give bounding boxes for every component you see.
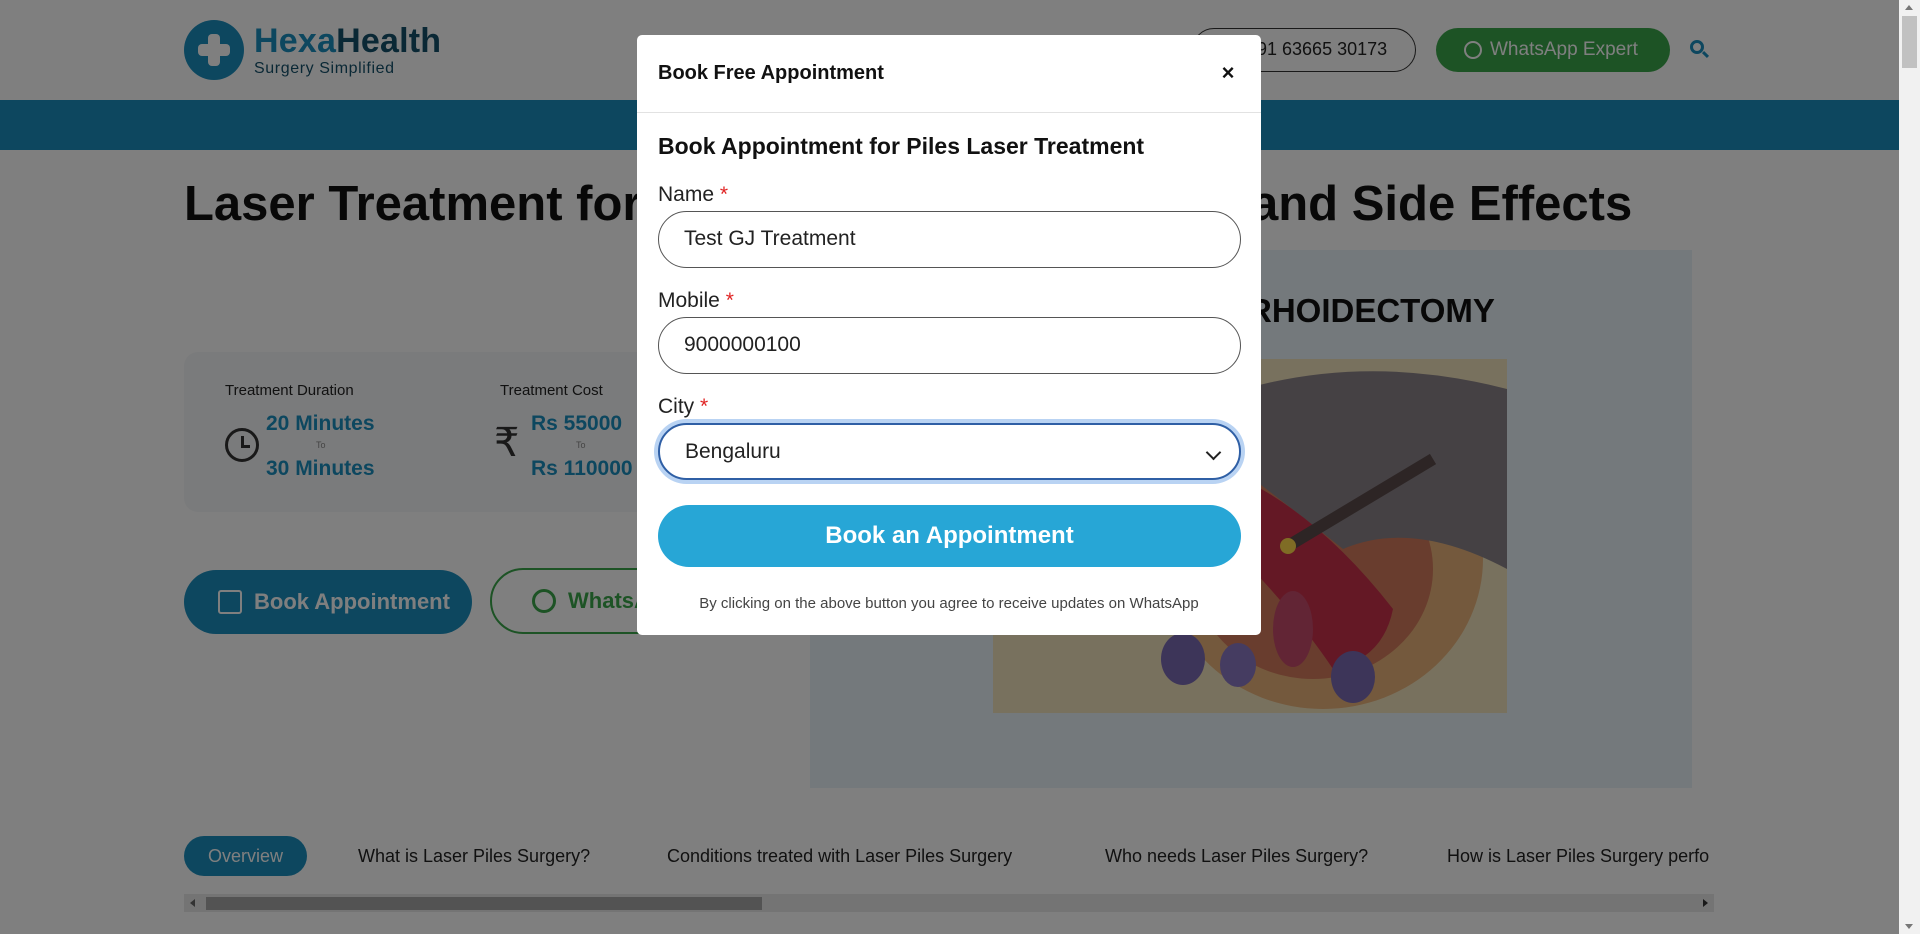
mobile-field[interactable]: 9000000100 bbox=[658, 317, 1241, 374]
book-an-appointment-button[interactable]: Book an Appointment bbox=[658, 505, 1241, 567]
city-label: City * bbox=[658, 395, 709, 418]
appointment-modal: Book Free Appointment × Book Appointment… bbox=[637, 35, 1261, 635]
page-scrollbar[interactable] bbox=[1899, 0, 1920, 934]
chevron-down-icon bbox=[1205, 444, 1222, 461]
scroll-up-icon[interactable] bbox=[1905, 5, 1913, 10]
page-scrollbar-thumb[interactable] bbox=[1902, 16, 1917, 68]
whatsapp-consent-text: By clicking on the above button you agre… bbox=[699, 595, 1199, 612]
mobile-label: Mobile * bbox=[658, 289, 734, 312]
close-button[interactable]: × bbox=[1210, 55, 1246, 91]
name-field[interactable]: Test GJ Treatment bbox=[658, 211, 1241, 268]
form-heading: Book Appointment for Piles Laser Treatme… bbox=[658, 133, 1145, 159]
modal-title: Book Free Appointment bbox=[658, 62, 884, 84]
name-label: Name * bbox=[658, 183, 729, 206]
modal-header: Book Free Appointment × bbox=[637, 35, 1261, 113]
city-select[interactable]: Bengaluru bbox=[658, 423, 1241, 480]
scroll-down-icon[interactable] bbox=[1905, 924, 1913, 929]
